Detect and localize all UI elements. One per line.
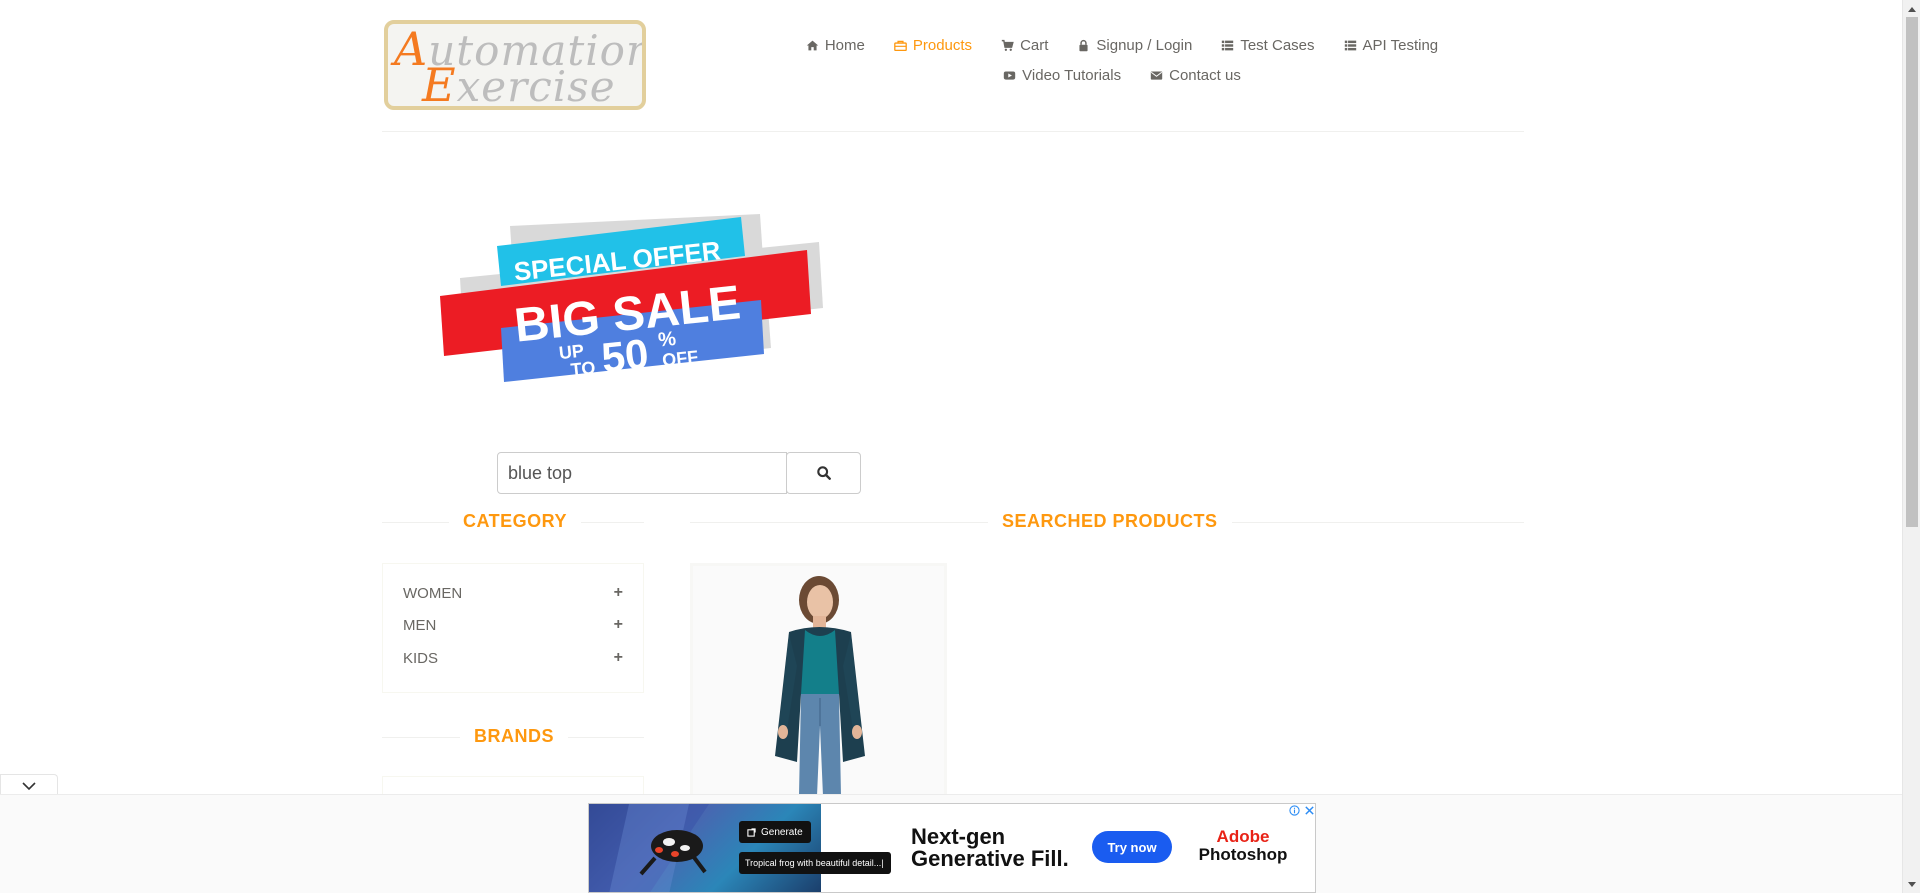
ad-headline: Next-gen Generative Fill. [911, 824, 1069, 871]
category-men[interactable]: MEN + [403, 616, 623, 634]
category-label: WOMEN [403, 584, 463, 602]
scrollbar-thumb[interactable] [1906, 17, 1918, 527]
ad-controls [1289, 805, 1315, 816]
plus-icon[interactable]: + [614, 649, 623, 667]
category-women[interactable]: WOMEN + [403, 584, 623, 602]
scroll-up-arrow[interactable] [1903, 0, 1920, 17]
brands-title: BRANDS [460, 726, 569, 747]
site-logo[interactable]: Automation Exercise [384, 20, 646, 110]
nav-api-testing[interactable]: API Testing [1344, 37, 1438, 54]
cart-icon [1001, 39, 1014, 51]
logo-line-2: Exercise [422, 58, 616, 110]
search-icon [816, 466, 831, 480]
youtube-icon [1003, 70, 1016, 80]
list-icon [1222, 40, 1234, 50]
sale-percent: % [657, 328, 677, 352]
nav-video-tutorials[interactable]: Video Tutorials [1003, 67, 1121, 84]
plus-icon[interactable]: + [614, 584, 623, 602]
sale-banner: SPECIAL OFFER BIG SALE UP TO 50 % OFF [440, 214, 823, 382]
category-label: KIDS [403, 649, 439, 667]
ad-generate-button[interactable]: Generate [739, 821, 811, 843]
site-header: Automation Exercise Home Products Cart S… [382, 18, 1524, 132]
sale-50: 50 [599, 330, 650, 382]
category-panel: WOMEN + MEN + KIDS + [382, 563, 644, 693]
vertical-scrollbar[interactable] [1902, 0, 1920, 893]
category-title: CATEGORY [449, 511, 582, 532]
envelope-icon [1150, 70, 1163, 80]
main-nav: Home Products Cart Signup / Login Test C… [762, 30, 1482, 90]
nav-cart[interactable]: Cart [1001, 37, 1048, 54]
lock-icon [1079, 39, 1088, 51]
sale-off: OFF [661, 347, 699, 371]
list-icon [1344, 40, 1356, 50]
info-icon[interactable] [1289, 805, 1300, 816]
search-input[interactable] [497, 452, 787, 494]
plus-icon[interactable]: + [614, 616, 623, 634]
frog-image [589, 804, 709, 892]
ad-prompt-field[interactable]: Tropical frog with beautiful detail...| [739, 852, 891, 874]
ad-try-now-button[interactable]: Try now [1092, 831, 1172, 863]
external-link-icon [747, 827, 756, 837]
products-icon [894, 40, 907, 51]
close-icon[interactable] [1304, 805, 1315, 816]
nav-signup-login[interactable]: Signup / Login [1077, 37, 1192, 54]
ad-brand: Adobe Photoshop [1198, 827, 1288, 864]
category-kids[interactable]: KIDS + [403, 649, 623, 667]
ad-image: Generate Tropical frog with beautiful de… [589, 804, 891, 892]
home-icon [806, 40, 819, 50]
adobe-ad[interactable]: Generate Tropical frog with beautiful de… [588, 803, 1316, 893]
category-label: MEN [403, 616, 437, 634]
ad-collapse-button[interactable] [0, 774, 58, 796]
scroll-down-arrow[interactable] [1903, 876, 1920, 893]
nav-contact-us[interactable]: Contact us [1150, 67, 1241, 84]
chevron-down-icon [22, 781, 36, 790]
sale-to: TO [570, 357, 597, 379]
product-image [693, 566, 944, 796]
search-button[interactable] [786, 452, 861, 494]
searched-products-title: SEARCHED PRODUCTS [988, 511, 1232, 532]
nav-test-cases[interactable]: Test Cases [1221, 37, 1315, 54]
product-card[interactable] [690, 563, 947, 799]
nav-home[interactable]: Home [806, 37, 865, 54]
nav-products[interactable]: Products [894, 37, 972, 54]
